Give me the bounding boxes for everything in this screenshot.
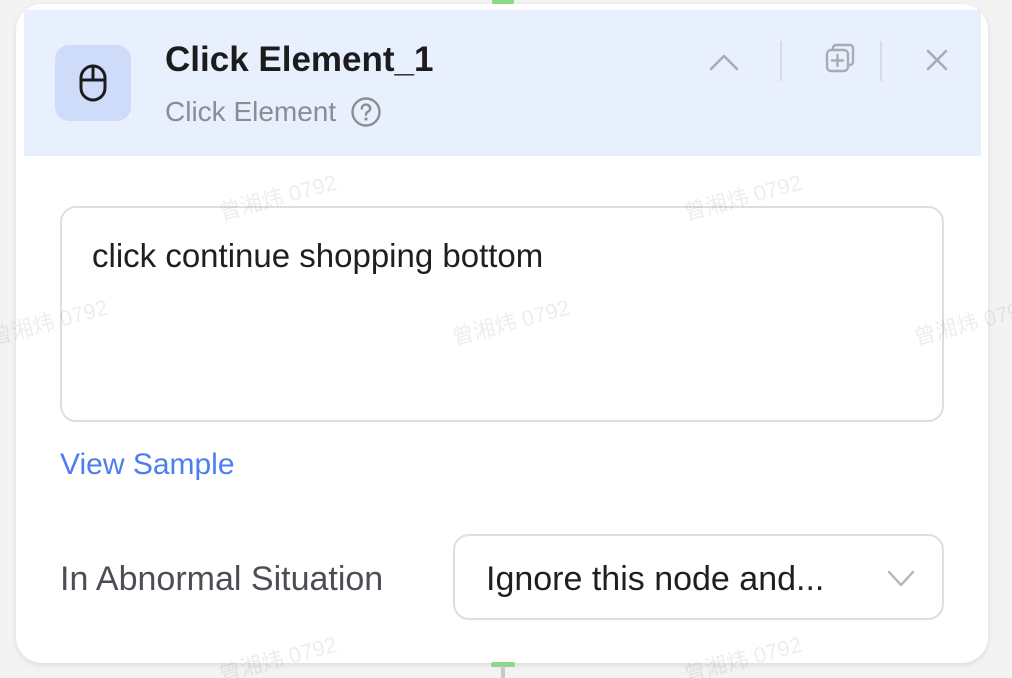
chevron-down-icon <box>887 570 915 587</box>
element-description-input[interactable]: click continue shopping bottom <box>60 206 944 422</box>
abnormal-situation-value: Ignore this node and... <box>486 560 825 598</box>
collapse-button[interactable] <box>702 40 746 84</box>
node-type-label: Click Element <box>165 96 337 127</box>
view-sample-link[interactable]: View Sample <box>60 448 235 482</box>
abnormal-situation-select[interactable]: Ignore this node and... <box>453 534 944 620</box>
node-header: Click Element_1 Click Element <box>24 10 981 156</box>
close-button[interactable] <box>915 38 959 82</box>
abnormal-situation-label: In Abnormal Situation <box>60 560 384 598</box>
header-separator <box>880 41 882 81</box>
duplicate-icon <box>825 43 855 73</box>
chevron-up-icon <box>709 54 739 71</box>
help-icon[interactable] <box>350 96 382 128</box>
mouse-icon <box>55 45 131 121</box>
node-title: Click Element_1 <box>165 40 434 79</box>
node-subtitle-row: Click Element <box>165 96 382 128</box>
node-card: Click Element_1 Click Element click cont… <box>16 4 988 663</box>
header-separator <box>780 41 782 81</box>
connector-bottom <box>491 662 515 678</box>
duplicate-button[interactable] <box>818 36 862 80</box>
close-icon <box>926 49 948 71</box>
